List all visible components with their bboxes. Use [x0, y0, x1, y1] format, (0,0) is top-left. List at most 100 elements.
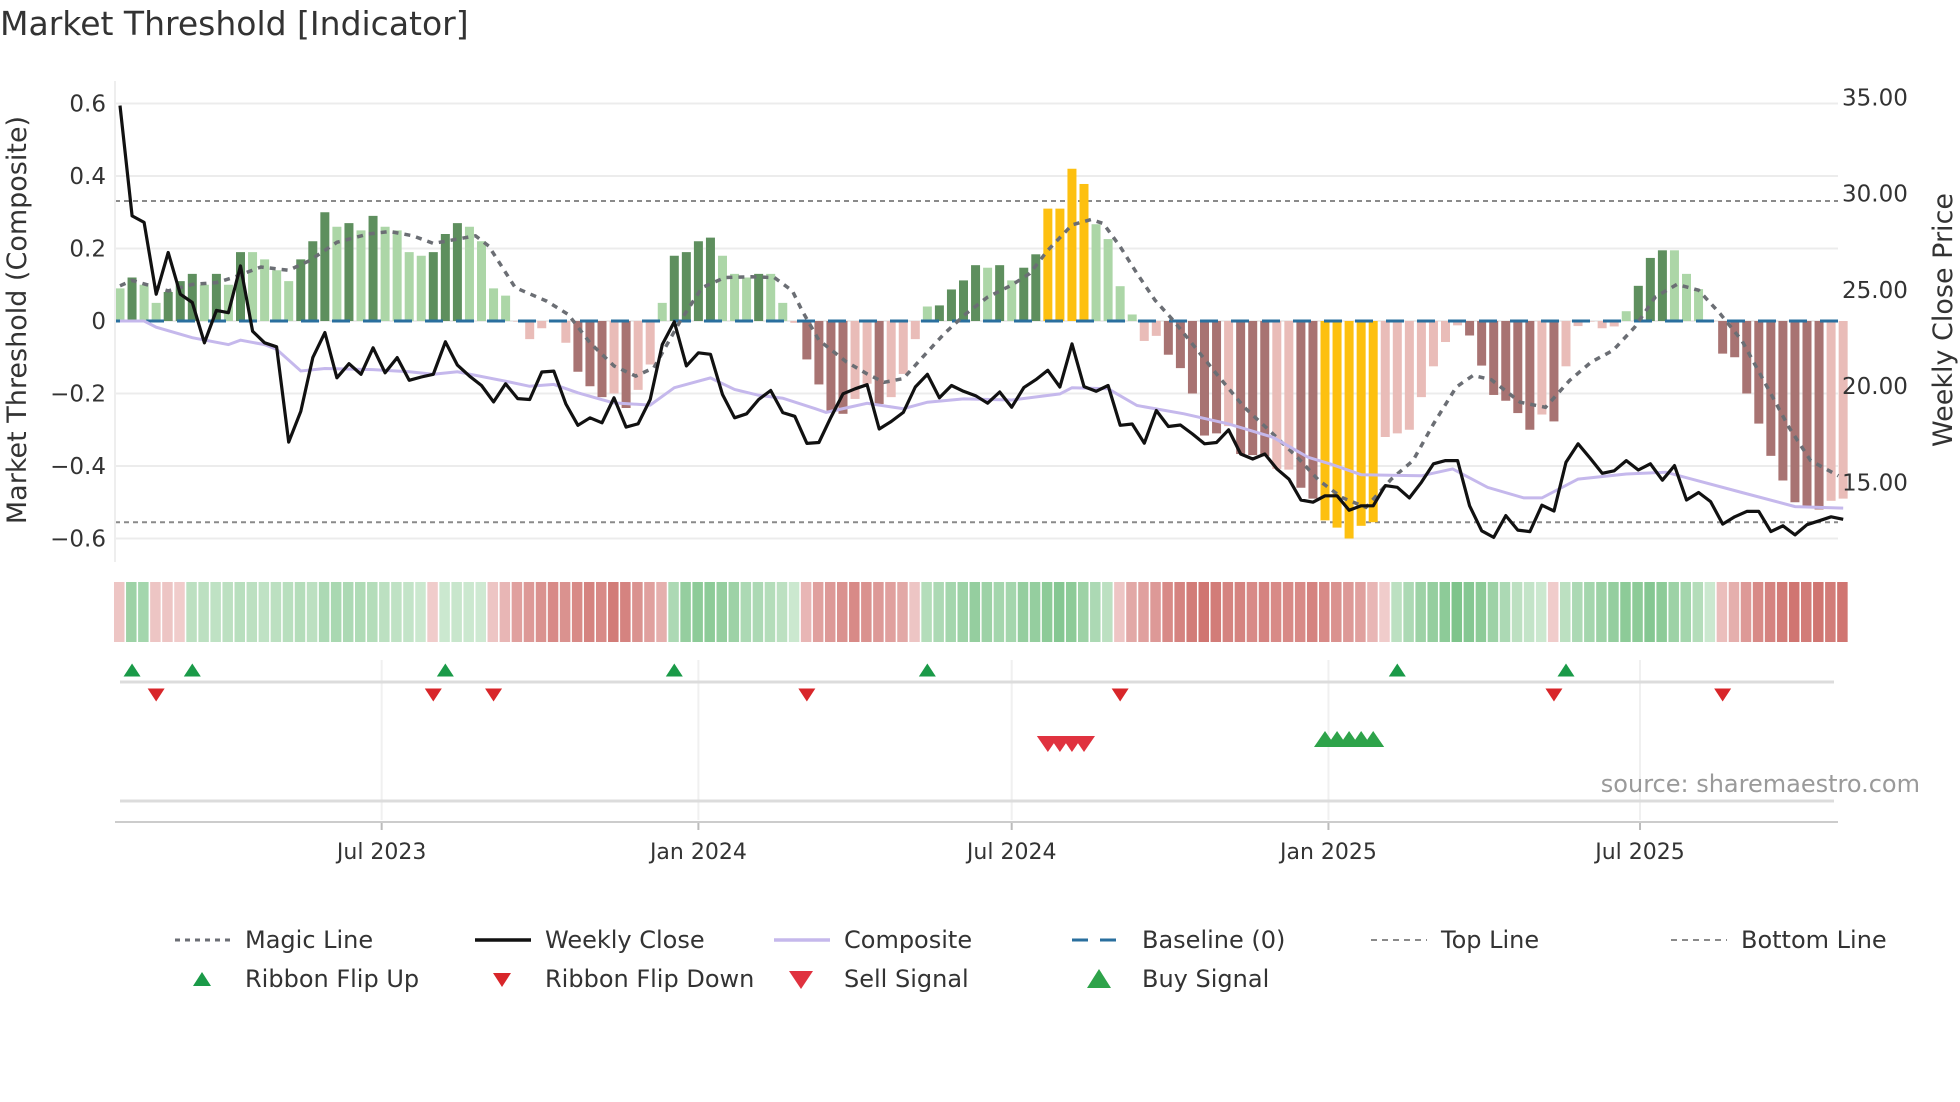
- composite-bar: [910, 321, 920, 340]
- composite-bar: [705, 237, 715, 321]
- ribbon-flip-up-marker: [665, 663, 683, 677]
- ribbon-flip-down-marker: [1714, 688, 1732, 702]
- ribbon-stripe: [126, 582, 137, 642]
- ribbon-stripe: [788, 582, 800, 642]
- composite-bar: [356, 230, 366, 321]
- ribbon-stripe: [138, 582, 149, 642]
- ribbon-stripe: [680, 582, 691, 642]
- x-tick-label: Jan 2024: [648, 840, 747, 865]
- ribbon-stripe: [644, 582, 655, 642]
- ribbon-stripe: [812, 582, 824, 642]
- composite-bar: [477, 241, 486, 321]
- ribbon-stripe: [632, 582, 643, 642]
- composite-bar: [1163, 321, 1173, 355]
- ribbon-stripe: [1198, 582, 1209, 642]
- ribbon-stripe: [1535, 582, 1547, 642]
- ribbon-flip-down-marker: [147, 688, 165, 702]
- composite-bar: [127, 277, 137, 321]
- composite-bar: [1682, 273, 1691, 321]
- composite-bar: [440, 234, 450, 321]
- composite-bar: [1380, 321, 1390, 437]
- y2-tick-label: 25.00: [1842, 278, 1908, 304]
- composite-bar: [501, 295, 511, 321]
- composite-bar: [1537, 321, 1547, 415]
- ribbon-stripe: [234, 582, 245, 642]
- ribbon-stripe: [1234, 582, 1246, 642]
- ribbon-stripe: [945, 582, 956, 642]
- composite-bar: [1224, 321, 1234, 427]
- x-tick-label: Jan 2025: [1278, 840, 1377, 865]
- y-tick-label: −0.6: [50, 527, 106, 553]
- composite-bar: [1043, 208, 1053, 321]
- ribbon-stripe: [571, 582, 583, 642]
- y2-tick-label: 20.00: [1842, 374, 1908, 400]
- ribbon-stripe: [1523, 582, 1535, 642]
- composite-line: [120, 319, 1844, 510]
- ribbon-stripe: [1572, 582, 1583, 642]
- ribbon-stripe: [1487, 582, 1499, 642]
- ribbon-stripe: [1270, 582, 1282, 642]
- composite-bar: [1561, 321, 1571, 367]
- composite-bar: [609, 321, 619, 394]
- composite-bar: [151, 302, 161, 321]
- composite-bar: [525, 321, 535, 340]
- x-tick-label: Jul 2023: [335, 840, 427, 865]
- ribbon-stripe: [1813, 582, 1824, 642]
- ribbon-stripe: [1668, 582, 1679, 642]
- ribbon-stripe: [270, 582, 282, 642]
- composite-bar: [1368, 321, 1378, 523]
- ribbon-stripe: [776, 582, 788, 642]
- composite-bar: [1549, 321, 1559, 422]
- ribbon-stripe: [1078, 582, 1089, 642]
- ribbon-stripe: [620, 582, 631, 642]
- ribbon-flip-down-marker: [1111, 688, 1129, 702]
- composite-bar: [946, 289, 956, 321]
- ribbon-stripe: [873, 582, 884, 642]
- composite-bar: [199, 284, 209, 321]
- composite-bar: [561, 321, 571, 343]
- ribbon-stripe: [1391, 582, 1402, 642]
- composite-bar: [272, 270, 282, 321]
- ribbon-stripe: [1017, 582, 1029, 642]
- composite-bar: [452, 223, 462, 321]
- ribbon-stripe: [1029, 582, 1041, 642]
- ribbon-stripe: [318, 582, 330, 642]
- ribbon-stripe: [1282, 582, 1294, 642]
- ribbon-stripe: [475, 582, 486, 642]
- composite-bar: [1718, 321, 1728, 354]
- ribbon-stripe: [1764, 582, 1776, 642]
- ribbon-stripe: [150, 582, 161, 642]
- composite-bar: [1477, 321, 1487, 366]
- composite-bar: [621, 321, 631, 408]
- ribbon-flip-down-marker: [1545, 688, 1563, 702]
- ribbon-stripe: [824, 582, 836, 642]
- x-tick-label: Jul 2024: [965, 840, 1057, 865]
- composite-bar: [1296, 321, 1306, 488]
- y-tick-label: 0.4: [69, 164, 106, 190]
- ribbon-stripe: [535, 582, 547, 642]
- ribbon-stripe: [1162, 582, 1173, 642]
- ribbon-stripe: [379, 582, 390, 642]
- composite-bar: [404, 252, 414, 321]
- ribbon-stripe: [1319, 582, 1330, 642]
- magic-line: [119, 217, 1840, 510]
- composite-bar: [971, 265, 981, 321]
- composite-bar: [1778, 321, 1788, 481]
- ribbon-stripe: [427, 582, 438, 642]
- y-tick-label: 0.2: [69, 237, 106, 263]
- ribbon-stripe: [511, 582, 523, 642]
- y2-axis-label: Weekly Close Price: [1928, 193, 1959, 447]
- composite-bar: [1272, 321, 1282, 469]
- ribbon-stripe: [1680, 582, 1691, 642]
- ribbon-stripe: [559, 582, 571, 642]
- ribbon-stripe: [282, 582, 294, 642]
- composite-bar: [1754, 321, 1764, 424]
- ribbon-stripe: [1114, 582, 1125, 642]
- ribbon-stripe: [1644, 582, 1655, 642]
- ribbon-flip-down-marker: [424, 688, 442, 702]
- ribbon-stripe: [1403, 582, 1414, 642]
- ribbon-stripe: [463, 582, 474, 642]
- ribbon-stripe: [210, 582, 221, 642]
- ribbon-stripe: [1090, 582, 1101, 642]
- ribbon-stripe: [1041, 582, 1053, 642]
